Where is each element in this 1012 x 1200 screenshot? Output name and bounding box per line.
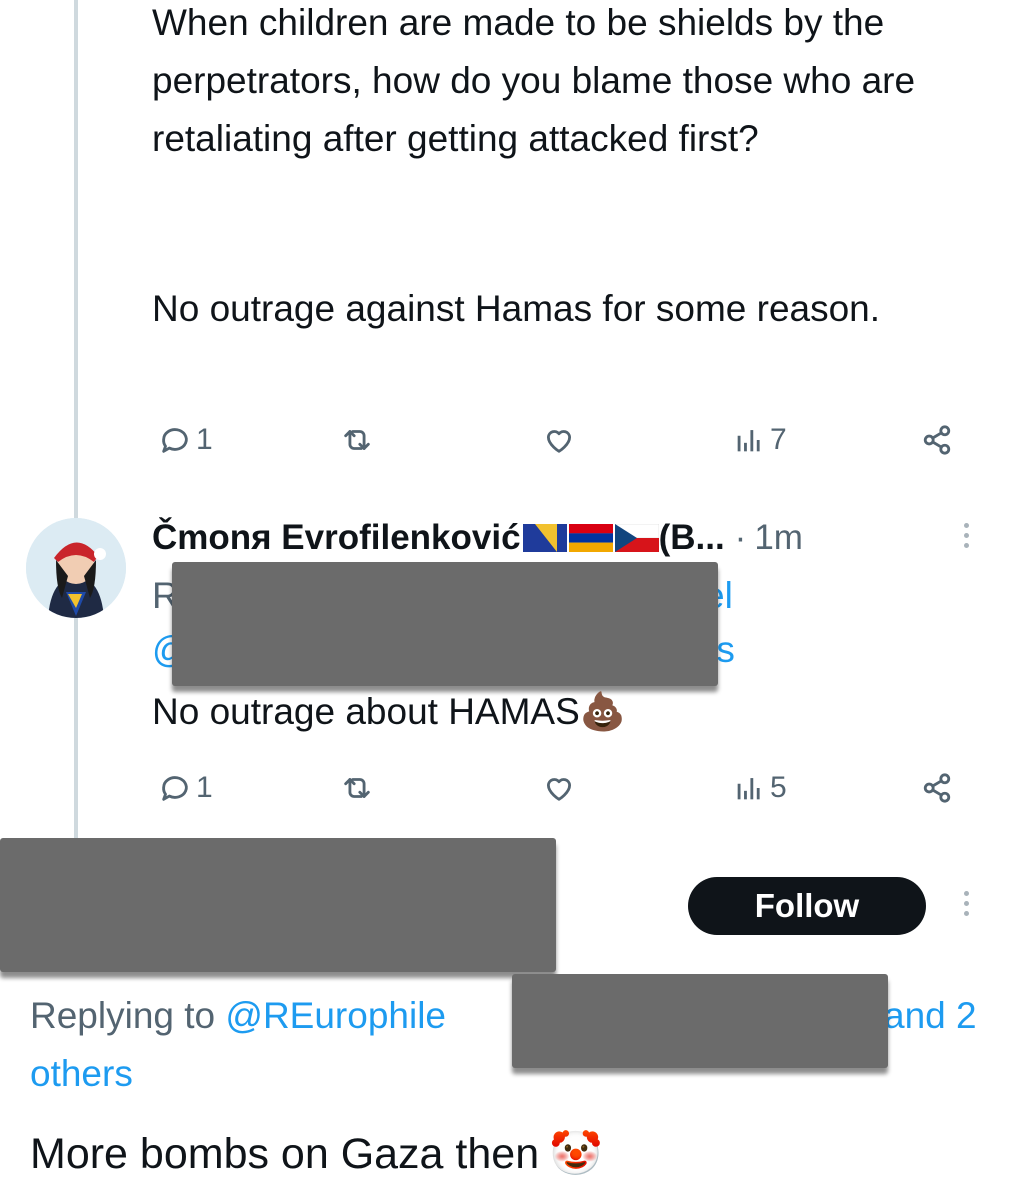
tweet-2-reply-count: 1 <box>196 771 213 804</box>
poop-emoji-icon: 💩 <box>579 691 626 732</box>
tweet-2-more-icon[interactable] <box>958 523 974 548</box>
tweet-1-reply-count: 1 <box>196 423 213 456</box>
reply-icon <box>162 776 188 801</box>
tweet-2-display-name[interactable]: Čmonя Evrofilenković <box>152 518 521 558</box>
tweet-2-like-button[interactable] <box>542 766 576 810</box>
thread-connector-line <box>74 0 78 838</box>
user-avatar[interactable] <box>26 518 126 618</box>
armenia-flag-icon <box>568 524 613 552</box>
tweet-2-view-count: 5 <box>770 771 787 804</box>
tweet-1-like-button[interactable] <box>542 418 576 462</box>
tweet-1-action-bar: 1 7 <box>152 418 962 462</box>
redaction-box <box>172 562 718 686</box>
tweet-2-text: No outrage about HAMAS <box>152 691 580 732</box>
replying-to-others[interactable]: others <box>30 1053 133 1094</box>
views-icon <box>737 430 760 452</box>
tweet-3-text-row: More bombs on Gaza then 🤡 <box>30 1124 603 1184</box>
tweet-2-repost-button[interactable] <box>340 766 374 810</box>
bosnia-flag-icon <box>522 524 567 552</box>
tweet-2-share-button[interactable] <box>920 766 954 810</box>
tweet-3-more-icon[interactable] <box>958 891 974 916</box>
share-icon <box>923 425 951 455</box>
redaction-box <box>0 838 556 972</box>
tweet-1-share-button[interactable] <box>920 418 954 462</box>
tweet-2-display-name-suffix[interactable]: (B... <box>659 518 725 558</box>
tweet-2-reply-button[interactable]: 1 <box>158 766 213 810</box>
tweet-1-view-count: 7 <box>770 423 787 456</box>
tweet-2-action-bar: 1 5 <box>152 766 962 810</box>
heart-icon <box>546 430 572 453</box>
clown-emoji-icon: 🤡 <box>549 1130 603 1178</box>
replying-to-prefix: Replying to <box>30 995 226 1036</box>
tweet-3-text: More bombs on Gaza then <box>30 1130 540 1178</box>
heart-icon <box>546 778 572 801</box>
tweet-2-separator: · <box>734 518 747 557</box>
follow-button[interactable]: Follow <box>688 877 926 935</box>
replying-to-and-more[interactable]: and 2 <box>884 995 977 1036</box>
views-icon <box>737 778 760 800</box>
czech-flag-icon <box>614 524 659 552</box>
share-icon <box>923 773 951 803</box>
tweet-1-views-button[interactable]: 7 <box>732 418 787 462</box>
tweet-2-timestamp[interactable]: 1m <box>754 518 803 558</box>
redaction-box <box>512 974 888 1068</box>
tweet-2-views-button[interactable]: 5 <box>732 766 787 810</box>
tweet-2-header: Čmonя Evrofilenković (B... · 1m <box>152 512 982 564</box>
reply-icon <box>162 428 188 453</box>
tweet-1-text-paragraph-1: When children are made to be shields by … <box>152 2 916 159</box>
repost-icon <box>344 430 370 450</box>
tweet-1-repost-button[interactable] <box>340 418 374 462</box>
tweet-1-text-paragraph-2: No outrage against Hamas for some reason… <box>152 288 881 329</box>
repost-icon <box>344 778 370 798</box>
tweet-2-text-row: No outrage about HAMAS💩 <box>152 684 626 740</box>
tweet-1-reply-button[interactable]: 1 <box>158 418 213 462</box>
replying-to-handle[interactable]: @REurophile <box>225 995 446 1036</box>
